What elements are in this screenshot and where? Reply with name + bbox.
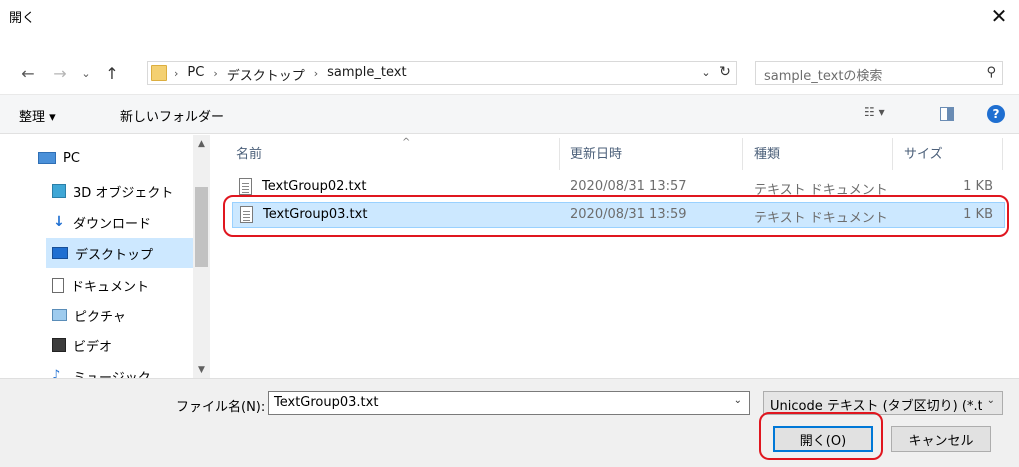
music-icon: ♪ [52,368,61,379]
help-icon[interactable]: ? [987,105,1005,123]
nav-item-label: ミュージック [73,370,151,379]
nav-item-videos[interactable]: ビデオ [52,330,112,360]
preview-pane-icon[interactable] [940,107,954,121]
column-divider[interactable] [892,138,893,170]
3d-objects-icon [52,184,66,198]
up-arrow-icon: ↑ [105,63,119,83]
nav-item-label: 3D オブジェクト [73,185,174,201]
organize-button[interactable]: 整理 ▾ [19,106,56,125]
column-divider[interactable] [742,138,743,170]
forward-arrow-icon: → [53,63,67,83]
up-button[interactable]: ↑ [100,53,124,93]
view-options-icon[interactable]: ☷ ▾ [864,105,908,125]
search-icon: ⚲ [986,65,996,80]
nav-item-documents[interactable]: ドキュメント [52,270,149,300]
breadcrumb-desktop[interactable]: デスクトップ [227,65,305,84]
scroll-down-icon[interactable]: ▼ [193,361,210,378]
annotation-highlight-open [759,412,883,460]
nav-item-label: デスクトップ [75,247,154,263]
breadcrumb-pc[interactable]: PC [187,65,204,84]
filename-input[interactable]: TextGroup03.txt ⌄ [268,391,750,415]
filename-label: ファイル名(N): [176,400,266,415]
documents-icon [52,277,64,293]
close-button[interactable]: ✕ [979,0,1019,31]
window-title: 開く [9,11,36,26]
back-arrow-icon: ← [21,63,35,83]
new-folder-button[interactable]: 新しいフォルダー [120,106,224,125]
nav-item-pictures[interactable]: ピクチャ [52,300,126,330]
breadcrumb-sample-text[interactable]: sample_text [327,65,406,84]
breadcrumb-separator: › [213,67,218,80]
column-divider[interactable] [1002,138,1003,170]
file-name: TextGroup02.txt [262,179,367,194]
videos-icon [52,338,66,352]
column-divider[interactable] [559,138,560,170]
back-button[interactable]: ← [16,53,40,93]
close-icon: ✕ [990,3,1008,28]
sort-ascending-icon: ^ [402,137,411,148]
address-bar[interactable]: › PC › デスクトップ › sample_text ⌄ ↻ [147,61,737,85]
pc-icon [38,152,56,164]
nav-item-label: ビデオ [73,339,113,355]
column-header-type[interactable]: 種類 [754,143,780,167]
chevron-down-icon: ⌄ [986,395,995,406]
annotation-highlight-file [223,195,1009,237]
desktop-icon [52,247,68,259]
navigation-pane: PC 3D オブジェクト ↓ ダウンロード デスクトップ ドキュメント ピクチャ… [0,135,210,378]
filename-value: TextGroup03.txt [274,395,379,410]
search-placeholder: sample_textの検索 [764,69,883,84]
nav-item-label: ダウンロード [73,216,152,232]
nav-item-label: ドキュメント [71,279,150,295]
chevron-down-icon: ⌄ [81,66,91,80]
scroll-up-icon[interactable]: ▲ [193,135,210,152]
address-dropdown-icon[interactable]: ⌄ [698,66,714,79]
navigation-scrollbar[interactable]: ▲ ▼ [193,135,210,378]
forward-button[interactable]: → [48,53,72,93]
refresh-icon[interactable]: ↻ [716,64,734,80]
column-header-size[interactable]: サイズ [904,143,943,167]
column-header-modified[interactable]: 更新日時 [570,143,622,167]
file-modified: 2020/08/31 13:57 [570,179,687,194]
text-file-icon [239,178,252,195]
nav-item-desktop[interactable]: デスクトップ [46,238,193,268]
address-row: ← → ⌄ ↑ › PC › デスクトップ › sample_text ⌄ ↻ … [0,53,1019,93]
nav-item-downloads[interactable]: ↓ ダウンロード [52,207,151,237]
recent-locations-button[interactable]: ⌄ [78,53,94,93]
nav-item-label: ピクチャ [74,309,126,325]
scrollbar-thumb[interactable] [195,187,208,267]
title-bar: 開く ✕ [0,0,1019,31]
chevron-down-icon[interactable]: ⌄ [734,395,742,406]
nav-item-music[interactable]: ♪ ミュージック [52,361,151,379]
breadcrumb-separator: › [313,67,319,80]
file-list: ^ 名前 更新日時 種類 サイズ TextGroup02.txt 2020/08… [212,135,1019,378]
breadcrumb-separator: › [174,67,179,80]
pictures-icon [52,309,67,321]
search-input[interactable]: sample_textの検索 ⚲ [755,61,1003,85]
nav-item-pc[interactable]: PC [38,143,80,173]
nav-item-3d-objects[interactable]: 3D オブジェクト [52,176,173,206]
breadcrumb: › PC › デスクトップ › sample_text [174,65,407,84]
nav-item-label: PC [63,150,80,166]
download-icon: ↓ [53,214,65,230]
file-size: 1 KB [963,179,993,194]
column-header-name[interactable]: 名前 [236,143,262,167]
command-toolbar: 整理 ▾ 新しいフォルダー ☷ ▾ ? [0,94,1019,134]
folder-icon [151,65,167,81]
cancel-button[interactable]: キャンセル [891,426,991,452]
